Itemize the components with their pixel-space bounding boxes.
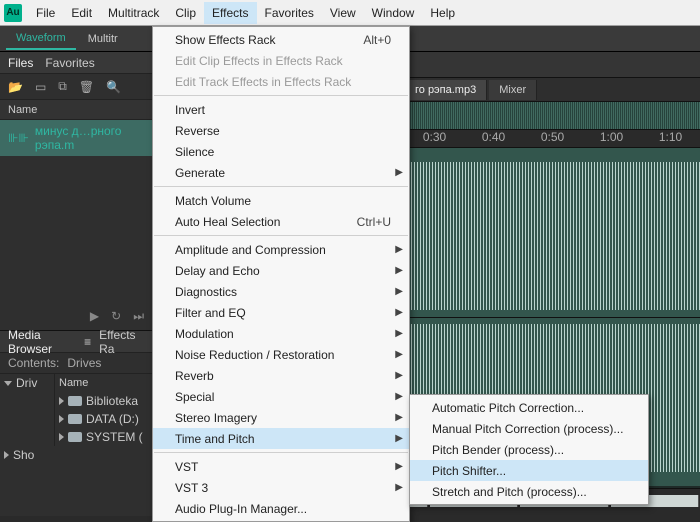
skip-icon[interactable]: ⏭	[133, 309, 144, 324]
file-tab-mixer[interactable]: Mixer	[489, 80, 537, 100]
effects-invert[interactable]: Invert	[153, 99, 409, 120]
files-list-header: Name	[0, 100, 154, 120]
files-toolbar: 📂 ▭ ⧉ 🗑 🔍	[0, 74, 154, 100]
file-row[interactable]: ⊪⊪ минус д…рного рэпа.m	[0, 120, 154, 156]
tp-auto-pitch[interactable]: Automatic Pitch Correction...	[410, 397, 648, 418]
drive-row[interactable]: DATA (D:)	[55, 410, 154, 428]
effects-vst3[interactable]: VST 3▶	[153, 477, 409, 498]
effects-diagnostics[interactable]: Diagnostics▶	[153, 281, 409, 302]
open-file-icon[interactable]: 📂	[8, 80, 23, 94]
record-icon[interactable]: ▭	[35, 80, 46, 94]
drives-label[interactable]: Drives	[67, 356, 101, 370]
effects-reverb[interactable]: Reverb▶	[153, 365, 409, 386]
drive-icon	[68, 414, 82, 424]
file-name: минус д…рного рэпа.m	[35, 124, 146, 152]
menu-window[interactable]: Window	[364, 2, 423, 24]
time-pitch-submenu: Automatic Pitch Correction... Manual Pit…	[409, 394, 649, 505]
effects-edit-track: Edit Track Effects in Effects Rack	[153, 71, 409, 92]
effects-filter-eq[interactable]: Filter and EQ▶	[153, 302, 409, 323]
media-lines-icon: ≡	[84, 335, 91, 349]
menu-edit[interactable]: Edit	[63, 2, 100, 24]
menu-favorites[interactable]: Favorites	[257, 2, 322, 24]
effects-edit-clip: Edit Clip Effects in Effects Rack	[153, 50, 409, 71]
time-ruler[interactable]: 0:30 0:40 0:50 1:00 1:10	[405, 130, 700, 148]
search-icon[interactable]: 🔍	[106, 80, 121, 94]
effects-vst[interactable]: VST▶	[153, 456, 409, 477]
effects-delay[interactable]: Delay and Echo▶	[153, 260, 409, 281]
menu-view[interactable]: View	[322, 2, 364, 24]
tp-stretch-pitch[interactable]: Stretch and Pitch (process)...	[410, 481, 648, 502]
menu-effects[interactable]: Effects	[204, 2, 256, 24]
loop-icon[interactable]: ↻	[111, 309, 121, 323]
effects-modulation[interactable]: Modulation▶	[153, 323, 409, 344]
effects-noise-reduction[interactable]: Noise Reduction / Restoration▶	[153, 344, 409, 365]
files-panel-header: Files Favorites	[0, 52, 154, 74]
effects-time-pitch[interactable]: Time and Pitch▶	[153, 428, 409, 449]
import-icon[interactable]: ⧉	[58, 79, 67, 94]
drive-icon	[68, 396, 82, 406]
tp-manual-pitch[interactable]: Manual Pitch Correction (process)...	[410, 418, 648, 439]
drives-tree-header[interactable]: Driv	[0, 374, 54, 392]
menu-clip[interactable]: Clip	[167, 2, 204, 24]
file-tab-active[interactable]: го рэпа.mp3	[405, 80, 487, 100]
menu-file[interactable]: File	[28, 2, 63, 24]
effects-show-rack[interactable]: Show Effects RackAlt+0	[153, 29, 409, 50]
effects-silence[interactable]: Silence	[153, 141, 409, 162]
media-browser: Media Browser ≡ Effects Ra Contents: Dri…	[0, 330, 154, 516]
drive-icon	[68, 432, 82, 442]
transport-controls: ▶ ↻ ⏭	[0, 304, 154, 328]
menu-help[interactable]: Help	[422, 2, 463, 24]
menubar: Au File Edit Multitrack Clip Effects Fav…	[0, 0, 700, 26]
app-icon: Au	[4, 4, 22, 22]
play-icon[interactable]: ▶	[90, 309, 99, 323]
drive-row[interactable]: Biblioteka	[55, 392, 154, 410]
tab-multitrack[interactable]: Multitr	[78, 29, 128, 49]
drive-row[interactable]: SYSTEM (	[55, 428, 154, 446]
audio-file-icon: ⊪⊪	[8, 131, 29, 145]
tp-pitch-shifter[interactable]: Pitch Shifter...	[410, 460, 648, 481]
effects-rack-tab[interactable]: Effects Ra	[99, 328, 146, 356]
tp-pitch-bender[interactable]: Pitch Bender (process)...	[410, 439, 648, 460]
menu-multitrack[interactable]: Multitrack	[100, 2, 167, 24]
effects-auto-heal[interactable]: Auto Heal SelectionCtrl+U	[153, 211, 409, 232]
left-panels: Files Favorites 📂 ▭ ⧉ 🗑 🔍 Name ⊪⊪ минус …	[0, 52, 155, 516]
tab-waveform[interactable]: Waveform	[6, 28, 76, 50]
effects-special[interactable]: Special▶	[153, 386, 409, 407]
effects-menu: Show Effects RackAlt+0 Edit Clip Effects…	[152, 26, 410, 522]
effects-generate[interactable]: Generate▶	[153, 162, 409, 183]
media-browser-tab[interactable]: Media Browser	[8, 328, 76, 356]
shortcuts-row[interactable]: Sho	[0, 446, 154, 464]
delete-icon[interactable]: 🗑	[79, 80, 94, 94]
files-tab[interactable]: Files	[8, 56, 33, 70]
effects-reverse[interactable]: Reverse	[153, 120, 409, 141]
effects-stereo-imagery[interactable]: Stereo Imagery▶	[153, 407, 409, 428]
effects-match-volume[interactable]: Match Volume	[153, 190, 409, 211]
name-col-header: Name	[55, 374, 154, 392]
waveform-overview[interactable]	[405, 102, 700, 130]
contents-label: Contents:	[8, 356, 59, 370]
effects-amplitude[interactable]: Amplitude and Compression▶	[153, 239, 409, 260]
favorites-tab[interactable]: Favorites	[45, 56, 94, 70]
